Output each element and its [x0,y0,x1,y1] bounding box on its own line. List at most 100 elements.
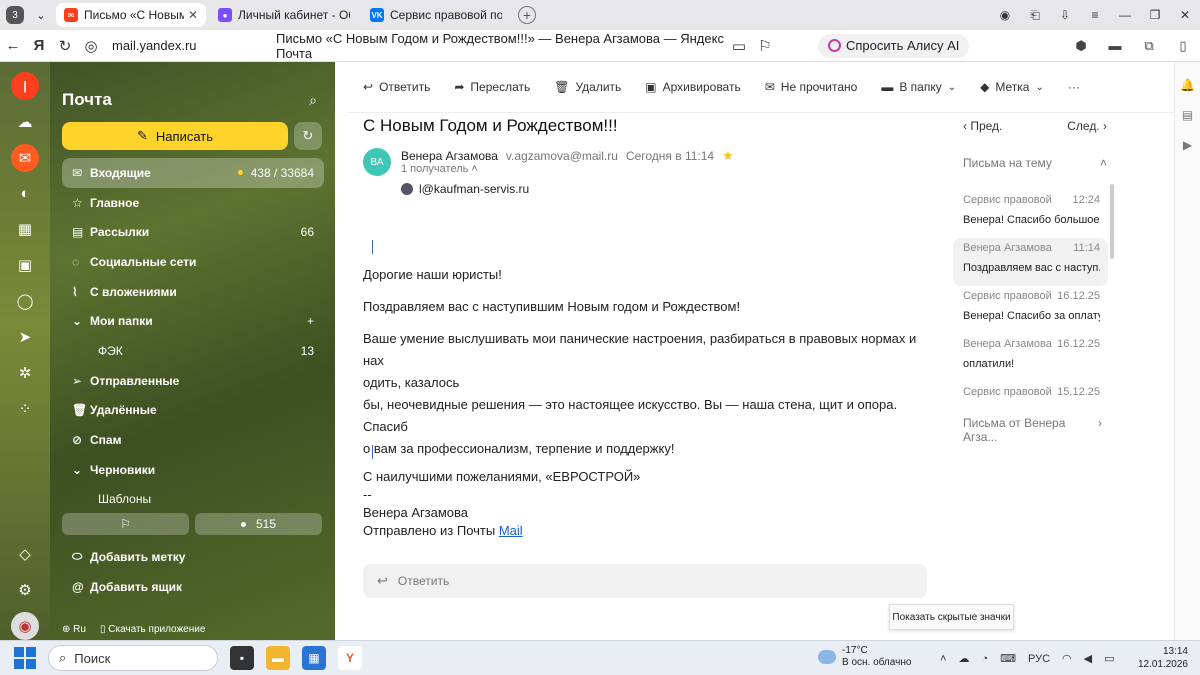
folder-item[interactable]: ⌄ Черновики [62,455,324,485]
cloud-icon[interactable]: ☁ [11,108,39,136]
menu-icon[interactable]: ≡ [1080,8,1110,22]
quick-reply-box[interactable]: ↩ Ответить [363,564,927,598]
show-hidden-icons-chevron-icon[interactable]: ˄ [940,653,946,665]
refresh-button[interactable]: ↻ [294,122,322,150]
folder-item[interactable]: ⌄ Мои папки + [62,306,324,336]
folder-item[interactable]: ➢ Отправленные [62,366,324,396]
url-text[interactable]: mail.yandex.ru [112,38,212,53]
compose-button[interactable]: ✎ Написать [62,122,288,150]
restore-icon[interactable]: ❐ [1140,8,1170,22]
more-button[interactable]: ··· [1068,80,1080,94]
language-indicator[interactable]: РУС [1028,653,1050,665]
volume-icon[interactable]: ◀ [1084,652,1092,665]
disk-icon[interactable]: ◐ [11,180,39,208]
calendar-icon[interactable]: ▣ [11,251,39,279]
ask-alice-button[interactable]: Спросить Алису AI [818,33,970,58]
bookmarks-icon[interactable]: ⎗ [1020,8,1050,23]
telemost-icon[interactable]: ➤ [11,323,39,351]
profile-icon[interactable]: ◉ [990,8,1020,22]
onedrive-icon[interactable]: ☁ [958,652,969,665]
messenger-icon[interactable]: ◯ [11,287,39,315]
bookmark-filter-button[interactable]: ⚐ [62,513,189,535]
folder-item[interactable]: ☆ Главное [62,188,324,218]
task-view-icon[interactable]: ▪ [230,646,254,670]
thread-scrollbar[interactable] [1110,184,1114,259]
thread-item[interactable]: Венера Агзамова 16.12.25 оплатили! [953,334,1108,382]
recipients-toggle[interactable]: 1 получатель ˄ [401,163,478,175]
yandex-logo-icon[interactable]: Я [26,37,52,54]
reader-icon[interactable]: ▭ [726,37,752,55]
add-label-button[interactable]: ⬭ Добавить метку [62,542,324,572]
reload-icon[interactable]: ↻ [52,37,78,55]
clock[interactable]: 13:14 12.01.2026 [1138,645,1188,671]
unread-filter-button[interactable]: 515 [195,513,322,535]
mail-link[interactable]: Mail [499,523,523,538]
premium-icon[interactable]: ◇ [11,540,39,568]
recipient-email[interactable]: l@kaufman-servis.ru [419,182,529,196]
documents-icon[interactable]: ▦ [11,215,39,243]
next-button[interactable]: След. › [1067,119,1107,133]
services-icon[interactable]: ✲ [11,359,39,387]
keyboard-icon[interactable]: ⌨ [1000,652,1016,665]
new-tab-button[interactable]: + [518,6,536,24]
video-icon[interactable]: ▶ [1175,138,1200,152]
folder-item[interactable]: ⌇ С вложениями [62,277,324,307]
tab-mail[interactable]: ✉ Письмо «С Новым Год ✕ [56,3,206,27]
letters-from-sender-link[interactable]: Письма от Венера Агза... › [953,416,1108,444]
sidebar-icon[interactable]: ▯ [1166,38,1200,54]
store-icon[interactable]: ▦ [302,646,326,670]
downloads-icon[interactable]: ⇩ [1050,8,1080,22]
notes-icon[interactable]: ▤ [1175,108,1200,122]
folder-item[interactable]: ▤ Рассылки 66 [62,217,324,247]
bookmark-icon[interactable]: ⚐ [752,37,778,55]
extension-icon[interactable]: ⬢ [1064,38,1098,54]
reply-button[interactable]: ↩ Ответить [363,80,430,94]
start-windows-icon[interactable] [14,647,36,669]
notifications-icon[interactable]: 🔔 [1175,78,1200,92]
taskbar-search-input[interactable]: ⌕ Поиск [48,645,218,671]
back-arrow-icon[interactable]: ← [0,37,26,54]
language-switch[interactable]: ⊕ Ru [62,624,86,635]
tab-list-chevron-icon[interactable]: ⌄ [30,5,52,25]
wifi-icon[interactable]: ◠ [1062,652,1072,665]
thread-heading[interactable]: Письма на тему ˄ [953,156,1113,170]
label-button[interactable]: ◆ Метка ⌄ [980,80,1044,94]
folder-item[interactable]: ⊘ Спам [62,425,324,455]
settings-gear-icon[interactable]: ⚙ [11,576,39,604]
thread-item[interactable]: Венера Агзамова 11:14 Поздравляем вас с на… [953,238,1108,286]
folder-item[interactable]: ◌ Социальные сети [62,247,324,277]
thread-item[interactable]: Сервис правовой по... 12:24 Венера! Спасиб… [953,190,1108,238]
user-avatar[interactable]: ◉ [11,612,39,640]
sender-avatar[interactable]: ВА [363,148,391,176]
mail-icon[interactable]: ✉ [11,143,39,172]
close-window-icon[interactable]: ✕ [1170,8,1200,22]
delete-button[interactable]: 🗑 Удалить [554,80,621,94]
folder-item[interactable]: ✉ Входящие 438 / 33684 [62,158,324,188]
minimize-icon[interactable]: — [1110,8,1140,22]
sender-name[interactable]: Венера Агзамова [401,149,498,163]
search-icon[interactable]: ⌕ [309,92,317,109]
star-icon[interactable]: ★ [722,148,734,164]
collections-icon[interactable]: ⧉ [1132,38,1166,54]
file-explorer-icon[interactable]: ▬ [266,646,290,670]
tab-cabinet[interactable]: ● Личный кабинет - Объяв [210,3,358,27]
site-info-icon[interactable]: ◎ [78,37,104,55]
weather-widget[interactable]: -17°C В осн. облачно [818,645,911,669]
tab-counter[interactable]: 3 [6,6,24,24]
yandex-logo-icon[interactable]: | [11,72,39,100]
mark-unread-button[interactable]: ✉ Не прочитано [765,80,858,94]
close-tab-icon[interactable]: ✕ [188,8,198,22]
tablet-icon[interactable]: ▬ [1098,38,1132,54]
forward-button[interactable]: ➦ Переслать [454,80,530,94]
folder-item[interactable]: 🗑 Удалённые [62,396,324,426]
prev-button[interactable]: ‹ Пред. [963,119,1002,133]
get-app-link[interactable]: ▯ Скачать приложение [100,624,205,635]
apps-grid-icon[interactable]: ⁘ [11,395,39,423]
folder-item[interactable]: Шаблоны [62,485,324,515]
thread-item[interactable]: Сервис правовой ... 15.12.25 [953,382,1108,402]
tab-legal-service[interactable]: VK Сервис правовой помощ [362,3,510,27]
folder-item[interactable]: ФЭК 13 [62,336,324,366]
move-to-folder-button[interactable]: ▬ В папку ⌄ [881,80,956,94]
network-cloud-icon[interactable]: ◔ [981,653,988,665]
yandex-browser-icon[interactable]: Y [338,646,362,670]
